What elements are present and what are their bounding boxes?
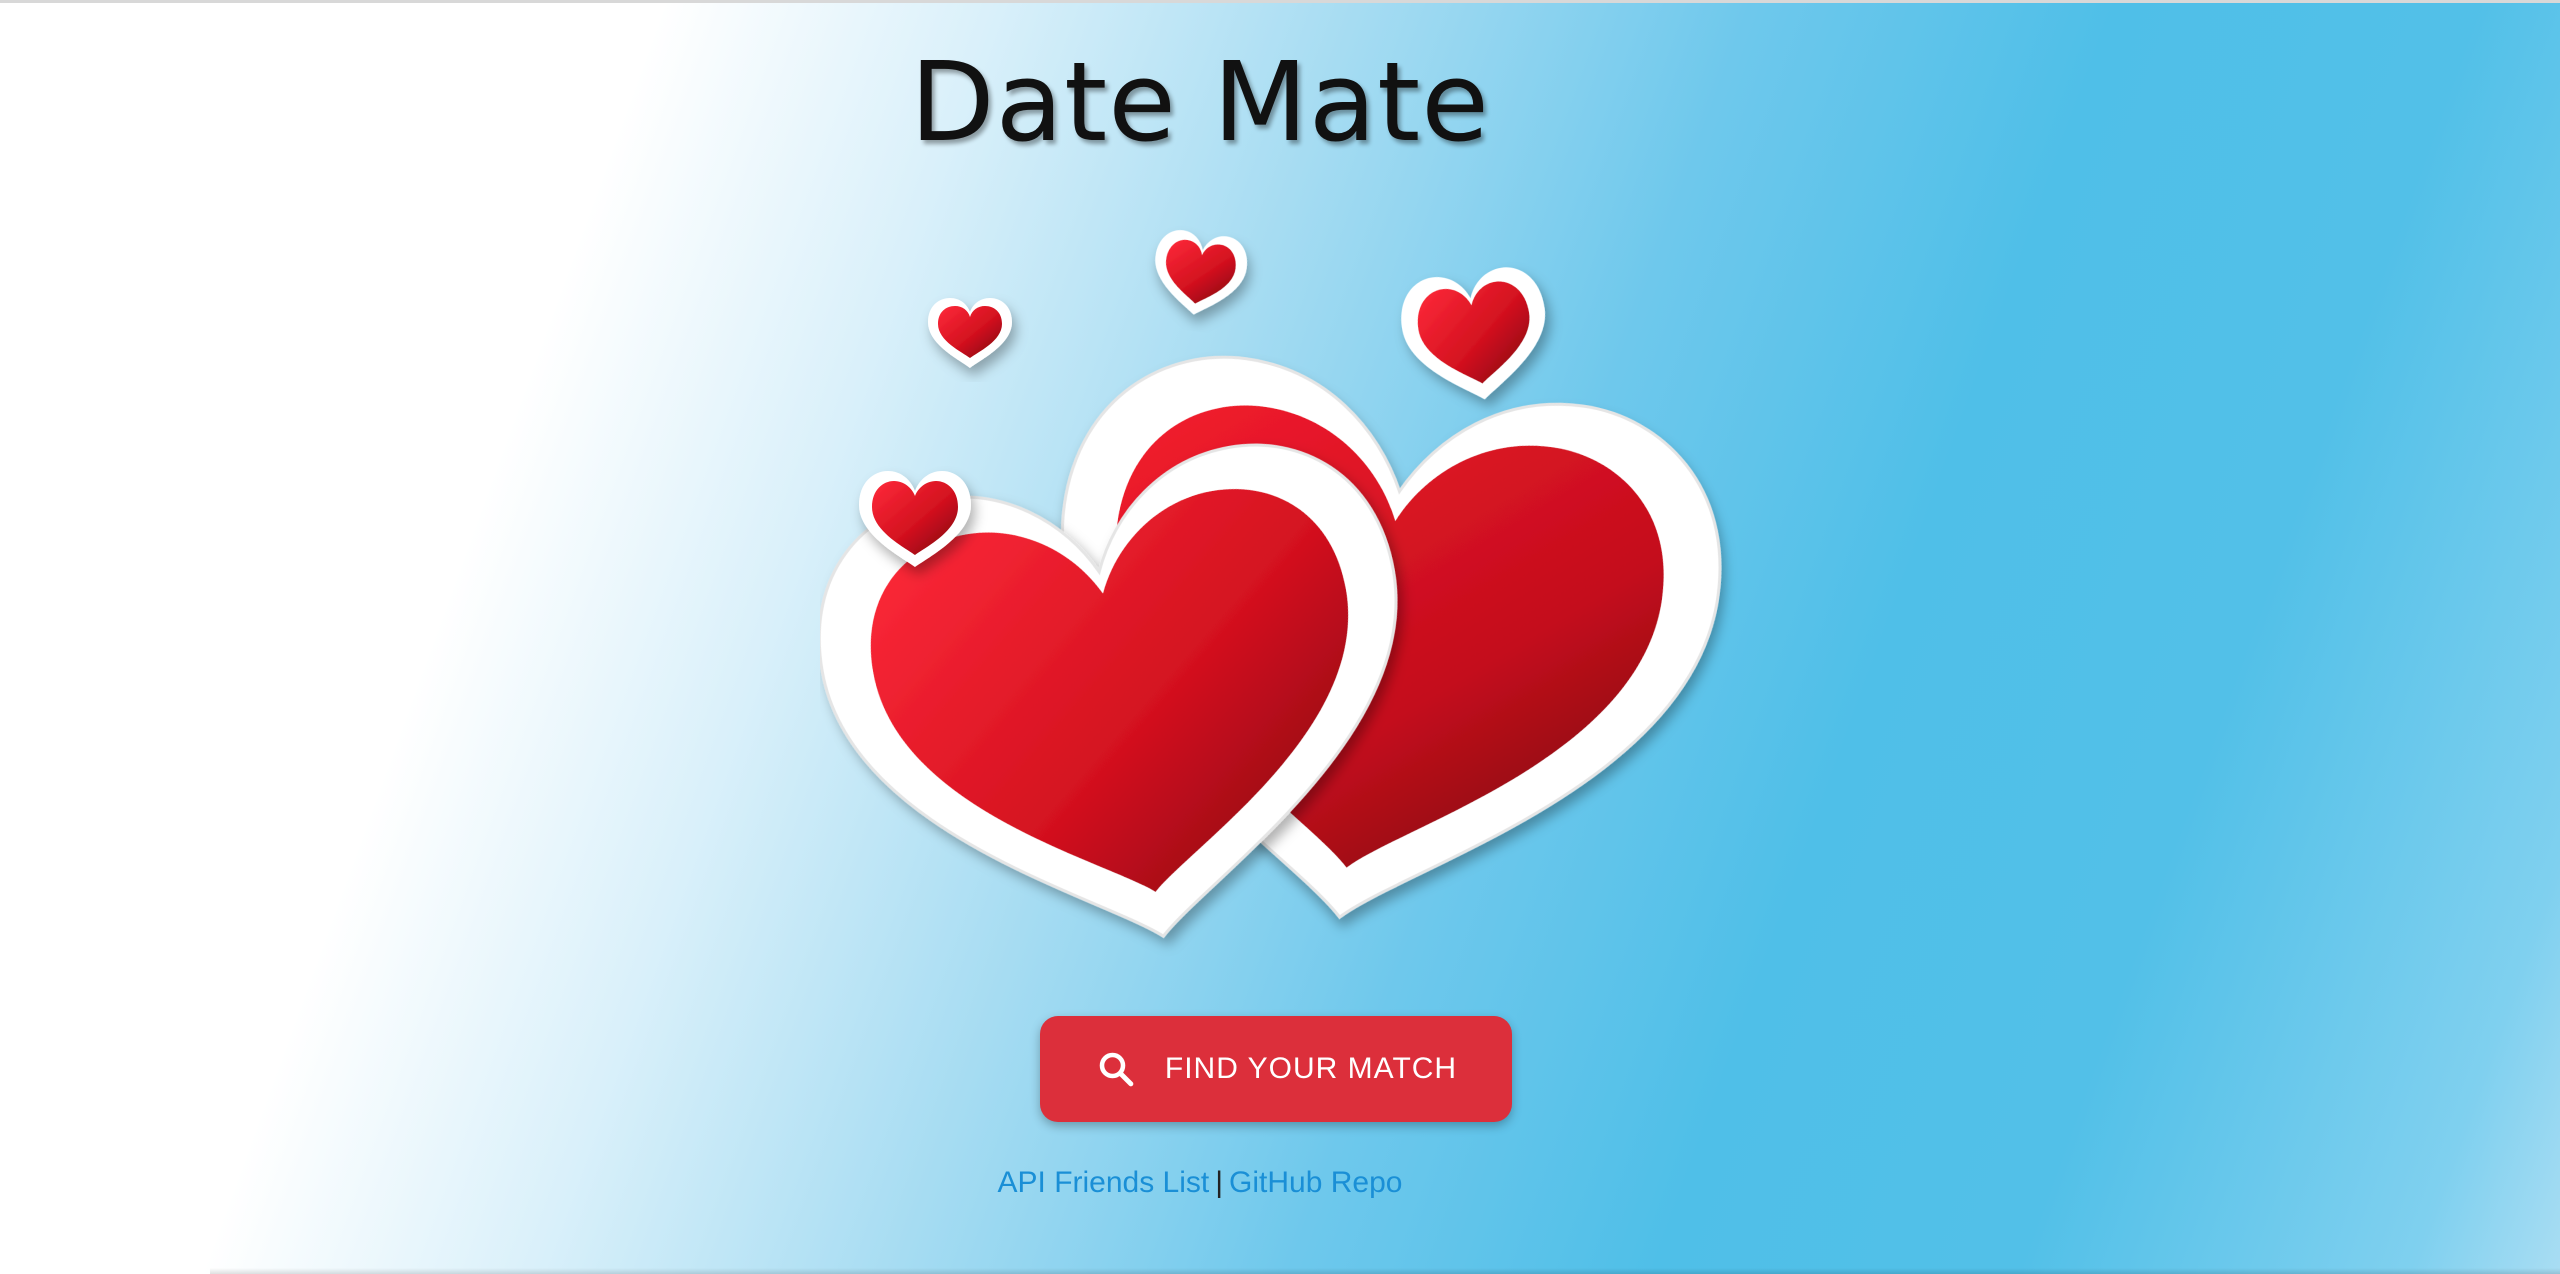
top-border [0, 0, 2560, 3]
hearts-illustration [820, 230, 1722, 939]
find-your-match-label: FIND YOUR MATCH [1164, 1052, 1458, 1085]
page-title: Date Mate [909, 38, 1490, 166]
small-heart-3 [1401, 267, 1545, 400]
api-friends-list-link[interactable]: API Friends List [998, 1166, 1210, 1199]
find-your-match-button[interactable]: FIND YOUR MATCH [1040, 1016, 1512, 1122]
footer-links: API Friends List | GitHub Repo [0, 1166, 2560, 1200]
github-repo-link[interactable]: GitHub Repo [1229, 1166, 1402, 1199]
small-heart-2 [1155, 230, 1248, 315]
link-separator: | [1215, 1166, 1224, 1199]
bottom-edge [210, 1268, 2560, 1274]
search-icon [1095, 1048, 1137, 1090]
small-heart-1 [928, 298, 1012, 368]
